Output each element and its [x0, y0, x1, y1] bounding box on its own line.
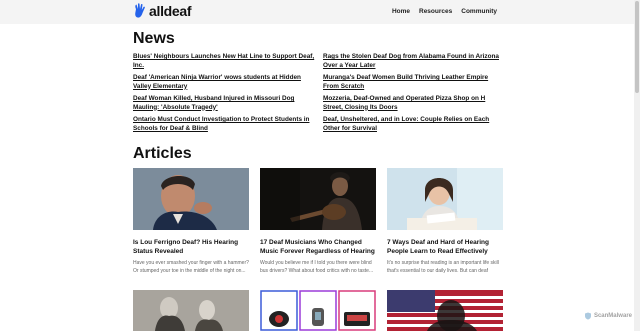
article-image-devices[interactable] [260, 290, 376, 331]
news-link[interactable]: Blues' Neighbours Launches New Hat Line … [133, 53, 317, 72]
scrollbar[interactable] [634, 0, 640, 331]
watermark-text: ScanMalware [593, 313, 632, 319]
main-nav: Home Resources Community [392, 8, 497, 15]
articles-row-2 [133, 290, 503, 331]
article-card[interactable]: 17 Deaf Musicians Who Changed Music Fore… [260, 168, 376, 275]
article-image-portrait[interactable] [133, 168, 249, 230]
article-excerpt: Would you believe me if I told you there… [260, 260, 374, 274]
page: alldeaf Home Resources Community News Bl… [0, 0, 640, 331]
article-title[interactable]: 17 Deaf Musicians Who Changed Music Fore… [260, 239, 376, 256]
news-link[interactable]: Deaf 'American Ninja Warrior' wows stude… [133, 74, 317, 93]
article-card[interactable]: 7 Ways Deaf and Hard of Hearing People L… [387, 168, 503, 275]
nav-community[interactable]: Community [461, 8, 497, 15]
article-title[interactable]: Is Lou Ferrigno Deaf? His Hearing Status… [133, 239, 249, 256]
nav-resources[interactable]: Resources [419, 8, 452, 15]
news-heading: News [133, 30, 175, 47]
shield-icon [584, 312, 591, 320]
news-link[interactable]: Ontario Must Conduct Investigation to Pr… [133, 116, 317, 135]
scrollbar-thumb[interactable] [635, 1, 639, 93]
article-image-guitarist[interactable] [260, 168, 376, 230]
article-image-child-reading[interactable] [387, 168, 503, 230]
articles-grid: Is Lou Ferrigno Deaf? His Hearing Status… [133, 168, 503, 275]
article-excerpt: It's no surprise that reading is an impo… [387, 260, 499, 274]
article-card[interactable]: Is Lou Ferrigno Deaf? His Hearing Status… [133, 168, 249, 275]
article-image-vintage-photo[interactable] [133, 290, 249, 331]
nav-home[interactable]: Home [392, 8, 410, 15]
watermark: ScanMalware [584, 312, 632, 320]
article-excerpt: Have you ever smashed your finger with a… [133, 260, 249, 274]
site-logo[interactable]: alldeaf [134, 3, 192, 19]
hand-logo-icon [135, 3, 145, 18]
article-image-flag[interactable] [387, 290, 503, 331]
logo-text: alldeaf [149, 3, 192, 19]
news-list: Blues' Neighbours Launches New Hat Line … [133, 53, 503, 135]
news-link[interactable]: Muranga's Deaf Women Build Thriving Leat… [323, 74, 503, 93]
news-link[interactable]: Deaf Woman Killed, Husband Injured in Mi… [133, 95, 317, 114]
articles-heading: Articles [133, 145, 192, 162]
site-header: alldeaf Home Resources Community [0, 0, 634, 24]
article-title[interactable]: 7 Ways Deaf and Hard of Hearing People L… [387, 239, 503, 256]
news-link[interactable]: Rags the Stolen Deaf Dog from Alabama Fo… [323, 53, 503, 72]
news-link[interactable]: Mozzeria, Deaf-Owned and Operated Pizza … [323, 95, 503, 114]
news-link[interactable]: Deaf, Unsheltered, and in Love: Couple R… [323, 116, 503, 135]
